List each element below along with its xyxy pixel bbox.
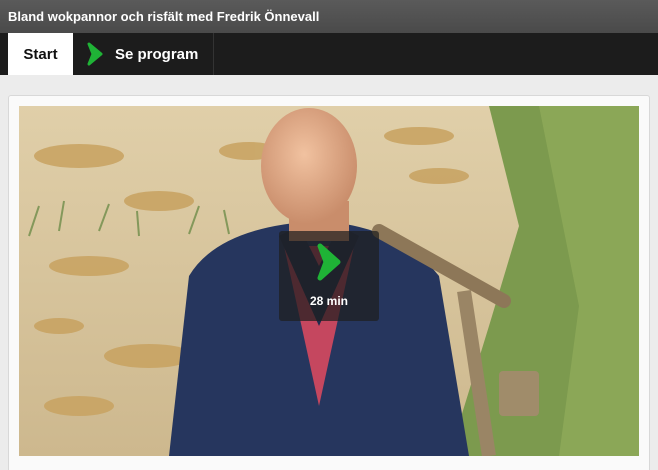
window-title: Bland wokpannor och risfält med Fredrik … xyxy=(0,0,658,33)
tab-bar: Start Se program xyxy=(0,33,658,75)
svt-play-icon xyxy=(314,242,344,282)
tab-se-program-label: Se program xyxy=(115,45,199,63)
tab-start-label: Start xyxy=(23,45,58,63)
tab-start[interactable]: Start xyxy=(8,33,73,75)
play-overlay[interactable]: 28 min xyxy=(279,231,379,321)
tab-se-program[interactable]: Se program xyxy=(73,33,214,75)
video-duration: 28 min xyxy=(309,294,348,308)
svt-play-icon xyxy=(85,42,105,66)
page-title: Bland wokpannor och risfält med Fredrik … xyxy=(8,9,320,24)
